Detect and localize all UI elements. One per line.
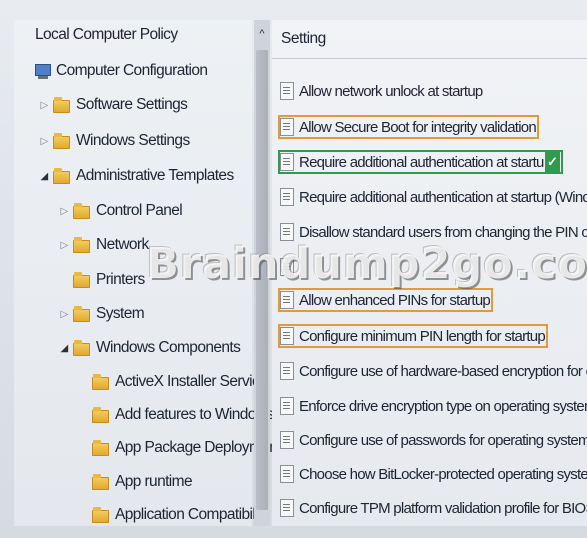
policy-setting-icon [280, 362, 294, 380]
collapse-caret-icon[interactable]: ◢ [58, 341, 70, 355]
setting-row-disallow-standard-users[interactable]: Disallow standard users from changing th… [278, 220, 587, 244]
tree-root-label: Local Computer Policy [35, 26, 178, 43]
expand-caret-icon[interactable]: ▷ [58, 307, 70, 321]
column-header-setting[interactable]: Setting [272, 20, 587, 59]
tree-item-computer-configuration[interactable]: Computer Configuration [34, 56, 208, 86]
tree-item-label: Administrative Templates [76, 167, 234, 184]
folder-icon [53, 168, 70, 184]
tree-item-windows-components[interactable]: ◢ Windows Components [58, 333, 241, 363]
tree-item-printers[interactable]: Printers [73, 265, 145, 295]
checkmark-icon: ✓ [544, 152, 560, 172]
computer-icon [34, 63, 51, 80]
setting-label: Choose how BitLocker-protected operating… [299, 465, 587, 483]
policy-setting-icon [280, 118, 294, 136]
tree-item-administrative-templates[interactable]: ◢ Administrative Templates [38, 161, 234, 191]
tree-item-label: System [96, 305, 145, 322]
folder-icon [92, 407, 109, 423]
gpedit-window: Local Computer Policy Computer Configura… [0, 0, 587, 538]
expand-caret-icon[interactable]: ▷ [58, 238, 70, 252]
tree-item-app-runtime[interactable]: App runtime [92, 467, 193, 497]
policy-setting-icon [280, 258, 294, 276]
setting-label: Enforce drive encryption type on operati… [299, 397, 587, 415]
tree-item-label: Windows Components [96, 339, 241, 356]
navigation-tree: Local Computer Policy Computer Configura… [14, 20, 286, 526]
tree-item-label: Network [96, 236, 149, 253]
column-header-label: Setting [281, 30, 326, 47]
policy-setting-icon [280, 153, 294, 171]
setting-row-obscured[interactable] [278, 255, 302, 279]
expand-caret-icon[interactable]: ▷ [58, 204, 70, 218]
setting-label: Allow enhanced PINs for startup [299, 291, 491, 309]
tree-item-label: Printers [96, 271, 145, 288]
collapse-caret-icon[interactable]: ◢ [38, 169, 50, 183]
folder-icon [92, 374, 109, 390]
folder-icon [92, 474, 109, 490]
tree-item-app-package-deployment[interactable]: App Package Deployment [92, 433, 282, 463]
setting-label: Disallow standard users from changing th… [299, 223, 587, 241]
scrollbar-thumb[interactable] [256, 50, 268, 510]
policy-setting-icon [280, 327, 294, 345]
folder-icon [53, 133, 70, 149]
tree-item-windows-settings[interactable]: ▷ Windows Settings [38, 126, 190, 156]
policy-setting-icon [280, 82, 294, 100]
setting-row-allow-enhanced-pins[interactable]: Allow enhanced PINs for startup [278, 288, 493, 312]
policy-setting-icon [280, 431, 294, 449]
setting-row-bitlocker-recovery[interactable]: Choose how BitLocker-protected operating… [278, 462, 587, 486]
expand-caret-icon[interactable]: ▷ [38, 98, 50, 112]
policy-setting-icon [280, 465, 294, 483]
settings-list: Setting Allow network unlock at startup … [272, 20, 587, 526]
expand-caret-icon[interactable]: ▷ [38, 134, 50, 148]
tree-root-local-computer-policy[interactable]: Local Computer Policy [35, 22, 178, 48]
scroll-up-arrow-icon[interactable]: ^ [254, 28, 270, 40]
setting-row-enforce-encryption-type[interactable]: Enforce drive encryption type on operati… [278, 394, 587, 418]
policy-setting-icon [280, 291, 294, 309]
setting-row-allow-network-unlock[interactable]: Allow network unlock at startup [278, 79, 486, 103]
folder-icon [73, 203, 90, 219]
tree-item-application-compatibility[interactable]: Application Compatibility [92, 500, 269, 530]
tree-item-label: Computer Configuration [56, 62, 208, 79]
tree-item-label: Windows Settings [76, 132, 190, 149]
tree-item-label: ActiveX Installer Service [115, 373, 268, 390]
policy-setting-icon [280, 499, 294, 517]
setting-label: Configure TPM platform validation profil… [299, 499, 587, 517]
tree-item-network[interactable]: ▷ Network [58, 230, 149, 260]
folder-icon [73, 237, 90, 253]
folder-icon [53, 97, 70, 113]
folder-icon [73, 306, 90, 322]
tree-item-label: Application Compatibility [115, 506, 269, 523]
tree-item-control-panel[interactable]: ▷ Control Panel [58, 196, 183, 226]
setting-label: Allow Secure Boot for integrity validati… [299, 118, 537, 136]
folder-icon [92, 507, 109, 523]
folder-icon [73, 340, 90, 356]
tree-item-label: Software Settings [76, 96, 188, 113]
setting-row-require-additional-auth[interactable]: Require additional authentication at sta… [278, 150, 563, 174]
setting-row-require-additional-auth-server[interactable]: Require additional authentication at sta… [278, 185, 587, 209]
setting-row-allow-secure-boot[interactable]: Allow Secure Boot for integrity validati… [278, 115, 539, 139]
setting-label: Configure use of passwords for operating… [299, 431, 587, 449]
policy-setting-icon [280, 397, 294, 415]
setting-row-passwords-os-drives[interactable]: Configure use of passwords for operating… [278, 428, 587, 452]
tree-item-label: App runtime [115, 473, 193, 490]
setting-label: Require additional authentication at sta… [299, 153, 544, 171]
setting-row-hardware-encryption[interactable]: Configure use of hardware-based encrypti… [278, 359, 587, 383]
setting-label: Require additional authentication at sta… [299, 188, 587, 206]
tree-scrollbar[interactable]: ^ [254, 20, 270, 526]
tree-item-activex-installer-service[interactable]: ActiveX Installer Service [92, 367, 268, 397]
setting-label: Configure use of hardware-based encrypti… [299, 362, 587, 380]
setting-label: Allow network unlock at startup [299, 82, 483, 100]
folder-icon [73, 272, 90, 288]
setting-row-minimum-pin-length[interactable]: Configure minimum PIN length for startup [278, 324, 548, 348]
policy-setting-icon [280, 188, 294, 206]
tree-item-system[interactable]: ▷ System [58, 299, 145, 329]
tree-item-software-settings[interactable]: ▷ Software Settings [38, 90, 188, 120]
setting-row-tpm-validation-bios[interactable]: Configure TPM platform validation profil… [278, 496, 587, 520]
policy-setting-icon [280, 223, 294, 241]
tree-item-label: Control Panel [96, 202, 183, 219]
folder-icon [92, 440, 109, 456]
setting-label: Configure minimum PIN length for startup [299, 327, 546, 345]
